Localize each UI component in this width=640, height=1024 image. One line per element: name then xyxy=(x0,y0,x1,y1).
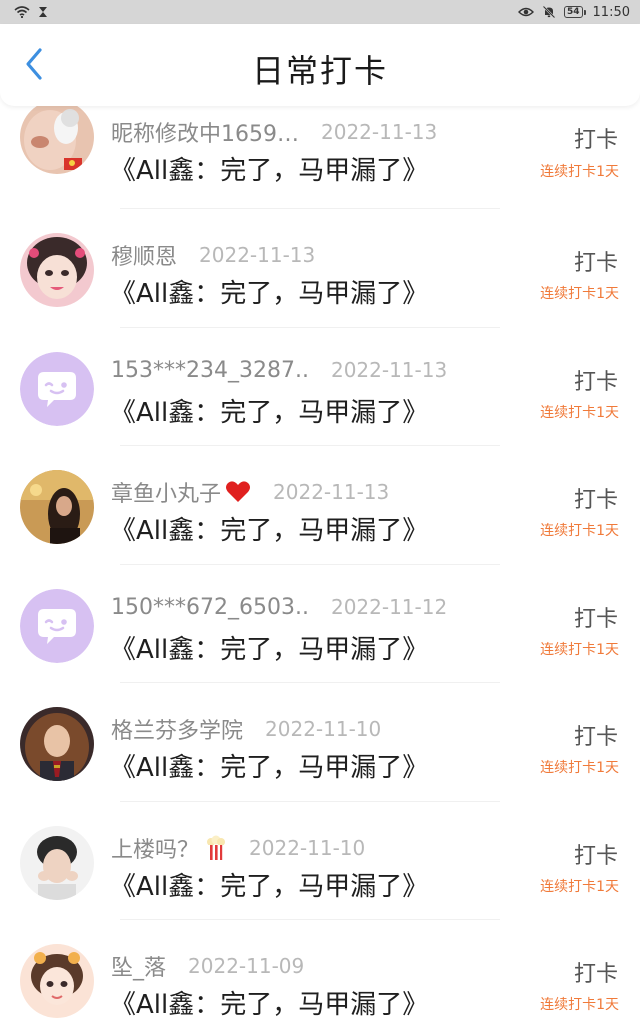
list-item: 章鱼小丸子 2022-11-13 《All鑫：完了，马甲漏了》 打卡 连续打卡1… xyxy=(0,446,640,565)
book-title: 《All鑫：完了，马甲漏了》 xyxy=(110,753,429,783)
username: 坠_落 xyxy=(111,956,167,981)
checkin-list: 昵称修改中1659… 2022-11-13 《All鑫：完了，马甲漏了》 打卡 … xyxy=(0,100,640,1024)
streak-label: 连续打卡1天 xyxy=(540,997,619,1013)
checkin-date: 2022-11-13 xyxy=(273,480,390,504)
book-title: 《All鑫：完了，马甲漏了》 xyxy=(110,871,429,902)
list-item: 穆顺恩 2022-11-13 《All鑫：完了，马甲漏了》 打卡 连续打卡1天 xyxy=(0,209,640,328)
checkin-button[interactable]: 打卡 xyxy=(574,482,618,514)
username: 昵称修改中1659… xyxy=(111,122,299,147)
checkin-date: 2022-11-13 xyxy=(330,358,448,382)
default-chat-avatar[interactable] xyxy=(20,351,94,426)
username: 上楼吗？ xyxy=(111,837,200,863)
heart-icon xyxy=(225,480,251,504)
wifi-icon xyxy=(14,6,30,18)
streak-label: 连续打卡1天 xyxy=(540,641,619,658)
streak-label: 连续打卡1天 xyxy=(540,523,619,539)
book-title: 《All鑫：完了，马甲漏了》 xyxy=(110,279,429,309)
hourglass-icon xyxy=(38,6,48,18)
streak-label: 连续打卡1天 xyxy=(540,164,619,180)
username: 穆顺恩 xyxy=(111,245,178,270)
checkin-button[interactable]: 打卡 xyxy=(574,719,618,751)
checkin-button[interactable]: 打卡 xyxy=(574,601,618,633)
photo-hermione-avatar[interactable] xyxy=(20,707,94,781)
username: 153***234_3287.. xyxy=(111,357,309,383)
status-bar: 54 11:50 xyxy=(0,0,640,24)
checkin-date: 2022-11-10 xyxy=(265,717,382,741)
book-title: 《All鑫：完了，马甲漏了》 xyxy=(110,990,429,1020)
book-title: 《All鑫：完了，马甲漏了》 xyxy=(110,516,429,546)
username: 格兰芬多学院 xyxy=(111,719,244,744)
checkin-button[interactable]: 打卡 xyxy=(574,838,618,870)
mute-bell-icon xyxy=(542,5,556,19)
list-item: 150***672_6503.. 2022-11-12 《All鑫：完了，马甲漏… xyxy=(0,565,640,683)
username: 150***672_6503.. xyxy=(111,594,309,620)
photo-boy-avatar[interactable] xyxy=(20,825,94,900)
checkin-date: 2022-11-09 xyxy=(188,954,305,978)
checkin-date: 2022-11-13 xyxy=(199,243,316,267)
photo-girl-avatar[interactable] xyxy=(20,470,94,544)
checkin-button[interactable]: 打卡 xyxy=(574,956,618,988)
checkin-button[interactable]: 打卡 xyxy=(574,245,618,277)
streak-label: 连续打卡1天 xyxy=(540,286,619,302)
list-item: 上楼吗？ 2022-11-10 《All鑫：完了，马甲漏了》 打卡 连续打卡1天 xyxy=(0,802,640,920)
battery-icon: 54 xyxy=(564,6,586,18)
list-item: 格兰芬多学院 2022-11-10 《All鑫：完了，马甲漏了》 打卡 连续打卡… xyxy=(0,683,640,802)
eye-icon xyxy=(518,6,534,18)
username: 章鱼小丸子 xyxy=(111,482,222,507)
default-chat-avatar[interactable] xyxy=(20,588,94,663)
list-item: 153***234_3287.. 2022-11-13 《All鑫：完了，马甲漏… xyxy=(0,328,640,446)
page-title: 日常打卡 xyxy=(251,52,388,90)
streak-label: 连续打卡1天 xyxy=(540,404,619,421)
clock: 11:50 xyxy=(592,4,630,20)
anime-girl-avatar[interactable] xyxy=(20,233,94,307)
book-title: 《All鑫：完了，马甲漏了》 xyxy=(110,156,429,186)
book-title: 《All鑫：完了，马甲漏了》 xyxy=(110,634,429,665)
streak-label: 连续打卡1天 xyxy=(540,878,619,895)
list-item: 昵称修改中1659… 2022-11-13 《All鑫：完了，马甲漏了》 打卡 … xyxy=(0,100,640,209)
list-item: 坠_落 2022-11-09 《All鑫：完了，马甲漏了》 打卡 连续打卡1天 xyxy=(0,920,640,1024)
app-header: 日常打卡 xyxy=(0,24,640,106)
illustrated-girl-avatar[interactable] xyxy=(20,944,94,1018)
checkin-button[interactable]: 打卡 xyxy=(574,364,618,396)
streak-label: 连续打卡1天 xyxy=(540,760,619,776)
popcorn-icon xyxy=(205,835,227,861)
book-title: 《All鑫：完了，马甲漏了》 xyxy=(110,397,429,428)
checkin-date: 2022-11-13 xyxy=(321,120,438,144)
checkin-date: 2022-11-10 xyxy=(249,835,366,860)
checkin-date: 2022-11-12 xyxy=(330,595,448,619)
checkin-button[interactable]: 打卡 xyxy=(574,122,618,154)
photo-face-avatar[interactable] xyxy=(20,100,94,174)
